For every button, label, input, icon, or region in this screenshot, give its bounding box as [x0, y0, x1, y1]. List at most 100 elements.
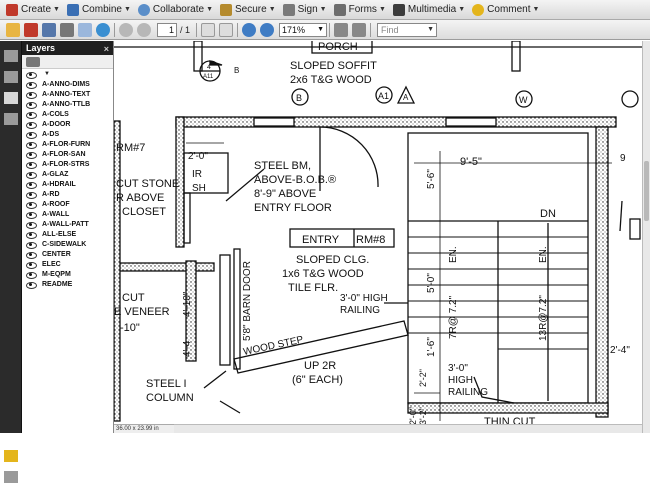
scroll-thumb[interactable] [644, 161, 649, 221]
eye-icon[interactable] [26, 181, 37, 189]
steel-bm-label: STEEL BM, [254, 160, 311, 172]
eye-icon[interactable] [26, 261, 37, 269]
create-pdf-icon[interactable] [24, 22, 38, 37]
comment-button[interactable]: Comment ▼ [470, 1, 544, 19]
vertical-scrollbar[interactable] [642, 41, 650, 433]
eye-icon[interactable] [26, 191, 37, 199]
layer-item[interactable]: A-FLOR-FURN [22, 139, 113, 149]
chevron-down-icon: ▼ [206, 6, 214, 13]
eye-icon[interactable] [26, 201, 37, 209]
layer-item[interactable]: ALL-ELSE [22, 229, 113, 239]
layer-item[interactable]: A-WALL [22, 209, 113, 219]
previous-page-icon[interactable] [119, 22, 133, 37]
layer-item[interactable]: M-EQPM [22, 269, 113, 279]
print-icon[interactable] [60, 22, 74, 37]
layer-item[interactable]: A-GLAZ [22, 169, 113, 179]
find-input[interactable]: Find ▼ [377, 22, 438, 37]
eye-icon[interactable] [26, 111, 37, 119]
layer-item[interactable]: A-ANNO-TEXT [22, 89, 113, 99]
layers-icon[interactable] [4, 92, 18, 104]
collaborate-share-icon[interactable] [96, 22, 110, 37]
save-icon[interactable] [42, 22, 56, 37]
signatures-icon[interactable] [4, 113, 18, 125]
secure-button[interactable]: Secure ▼ [218, 1, 281, 19]
sign-button[interactable]: Sign ▼ [281, 1, 332, 19]
zoom-out-icon[interactable] [242, 22, 257, 37]
eye-icon[interactable] [26, 121, 37, 129]
layer-item[interactable]: CENTER [22, 249, 113, 259]
layer-label: A-WALL [42, 210, 70, 218]
eye-icon[interactable] [26, 281, 37, 289]
eye-icon[interactable] [26, 101, 37, 109]
eye-icon[interactable] [26, 231, 37, 239]
layer-item[interactable]: A-ANNO-DIMS [22, 79, 113, 89]
layer-item[interactable]: A-RD [22, 189, 113, 199]
toolbar-divider [237, 22, 239, 37]
layer-item[interactable]: A-WALL-PATT [22, 219, 113, 229]
eye-icon[interactable] [26, 81, 37, 89]
layer-item[interactable]: A-ROOF [22, 199, 113, 209]
close-icon[interactable]: × [104, 42, 109, 56]
open-folder-icon[interactable] [6, 22, 20, 37]
layer-item[interactable]: A-FLOR-SAN [22, 149, 113, 159]
layers-options-icon[interactable] [26, 57, 40, 67]
floor-plan-drawing: PORCH SLOPED SOFFIT 2x6 T&G WOOD B A1 A … [114, 41, 642, 424]
comments-icon[interactable] [4, 450, 18, 462]
comment-icon [472, 3, 485, 16]
bookmarks-icon[interactable] [4, 71, 18, 83]
thin-cut-label: THIN CUT [484, 416, 536, 424]
multimedia-button[interactable]: Multimedia ▼ [391, 1, 470, 19]
layer-item[interactable]: A-FLOR-STRS [22, 159, 113, 169]
fit-page-icon[interactable] [334, 22, 349, 37]
fit-width-icon[interactable] [352, 22, 367, 37]
layer-label: A-COLS [42, 110, 69, 118]
tag-w: W [519, 95, 528, 105]
cut-label: CUT [122, 292, 145, 304]
collapse-triangle-icon[interactable]: ▼ [44, 71, 52, 77]
eye-icon[interactable] [26, 151, 37, 159]
eye-icon[interactable] [26, 171, 37, 179]
layer-item[interactable]: README [22, 279, 113, 289]
layer-group-toggle[interactable]: ▼ [22, 69, 113, 79]
pages-icon[interactable] [4, 50, 18, 62]
layer-item[interactable]: A-DOOR [22, 119, 113, 129]
next-page-icon[interactable] [137, 22, 151, 37]
zoom-level-select[interactable]: 171% ▼ [279, 22, 328, 37]
layer-item[interactable]: A-DS [22, 129, 113, 139]
navigation-toolbar: 1 / 1 171% ▼ Find ▼ [0, 20, 650, 40]
chevron-down-icon: ▼ [427, 25, 435, 33]
chevron-down-icon: ▼ [378, 6, 386, 13]
zoom-in-icon[interactable] [260, 22, 275, 37]
select-cursor-icon[interactable] [201, 22, 216, 37]
eye-icon[interactable] [26, 271, 37, 279]
layer-item[interactable]: A-HDRAIL [22, 179, 113, 189]
eye-icon[interactable] [26, 131, 37, 139]
dim-4-4: 4'-4 [182, 340, 193, 357]
eye-icon[interactable] [26, 141, 37, 149]
eye-icon[interactable] [26, 71, 37, 79]
eye-icon[interactable] [26, 221, 37, 229]
attachments-icon[interactable] [4, 471, 18, 483]
eye-icon[interactable] [26, 241, 37, 249]
document-canvas[interactable]: PORCH SLOPED SOFFIT 2x6 T&G WOOD B A1 A … [114, 41, 642, 424]
eye-icon[interactable] [26, 91, 37, 99]
collaborate-button[interactable]: Collaborate ▼ [136, 1, 218, 19]
layer-item[interactable]: A-ANNO-TTLB [22, 99, 113, 109]
hand-tool-icon[interactable] [219, 22, 234, 37]
layer-label: A-FLOR-STRS [42, 160, 90, 168]
eye-icon[interactable] [26, 211, 37, 219]
create-button[interactable]: Create ▼ [4, 1, 65, 19]
combine-button[interactable]: Combine ▼ [65, 1, 136, 19]
eye-icon[interactable] [26, 161, 37, 169]
email-icon[interactable] [78, 22, 92, 37]
forms-button[interactable]: Forms ▼ [332, 1, 391, 19]
dim-10: -10" [120, 322, 140, 334]
layer-item[interactable]: A-COLS [22, 109, 113, 119]
page-number-input[interactable]: 1 [157, 22, 177, 37]
layer-item[interactable]: C-SIDEWALK [22, 239, 113, 249]
horizontal-scrollbar[interactable] [174, 424, 642, 433]
layer-label: A-ROOF [42, 200, 70, 208]
dim-9: 9 [620, 153, 626, 164]
eye-icon[interactable] [26, 251, 37, 259]
layer-item[interactable]: ELEC [22, 259, 113, 269]
